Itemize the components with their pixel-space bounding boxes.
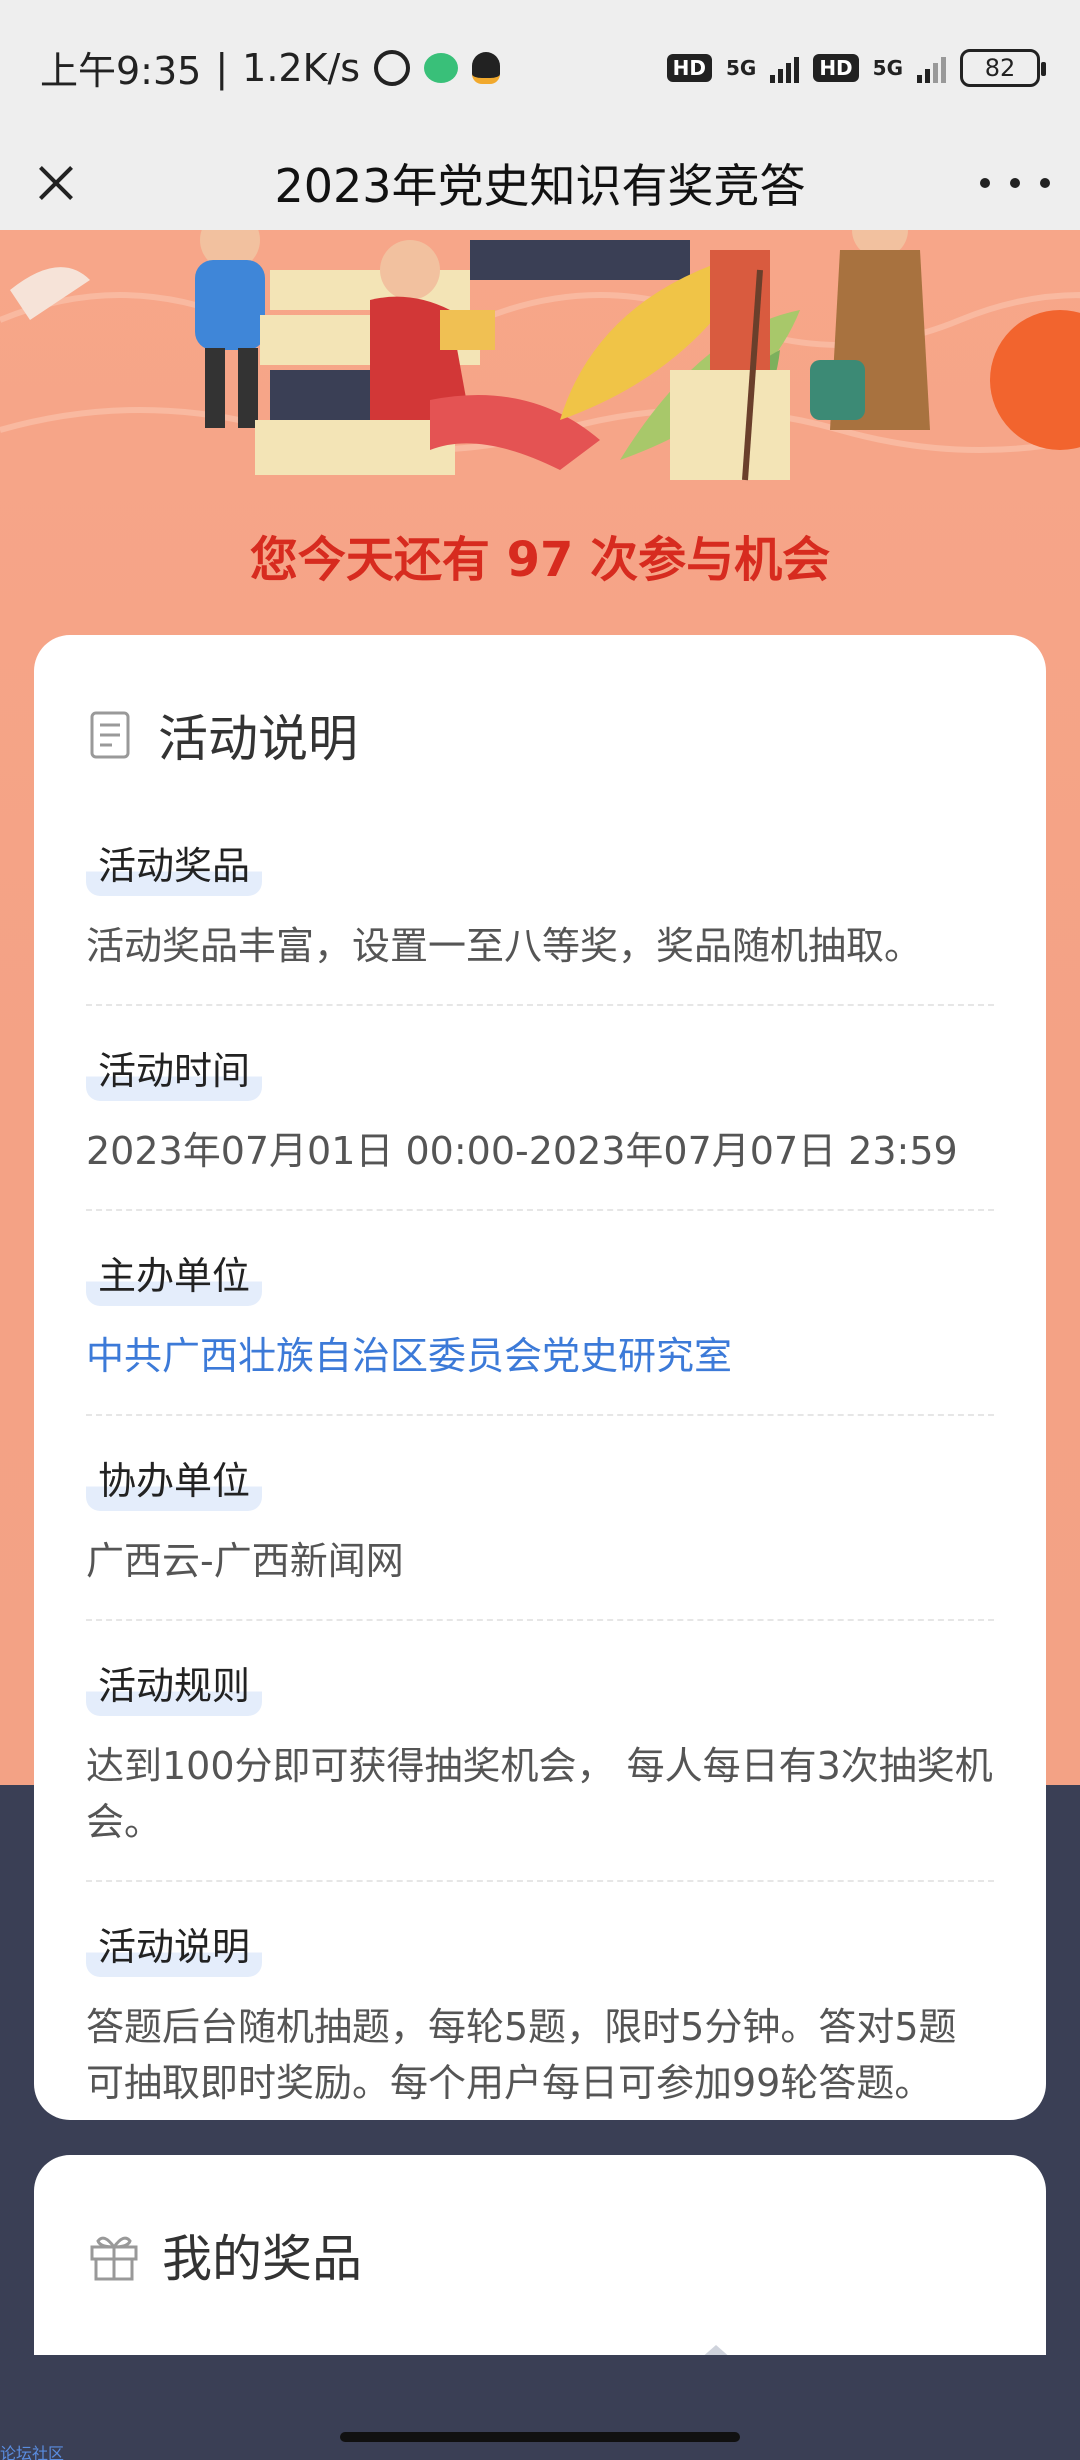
my-prizes-card[interactable]: 我的奖品 bbox=[34, 2155, 1046, 2355]
activity-info-card: 活动说明 活动奖品 活动奖品丰富，设置一至八等奖，奖品随机抽取。 活动时间 20… bbox=[34, 635, 1046, 2120]
section-text: 广西云-广西新闻网 bbox=[86, 1539, 404, 1583]
section-co-organizer: 协办单位 广西云-广西新闻网 bbox=[86, 1450, 994, 1621]
status-right: HD 5G HD 5G 82 bbox=[666, 48, 1046, 87]
close-icon[interactable] bbox=[30, 157, 82, 209]
section-label: 活动奖品 bbox=[86, 835, 263, 896]
section-label: 活动时间 bbox=[86, 1040, 263, 1101]
my-prizes-header: 我的奖品 bbox=[86, 2155, 994, 2355]
gift-icon bbox=[90, 2236, 138, 2281]
section-text: 答题后台随机抽题，每轮5题，限时5分钟。答对5题可抽取即时奖励。每个用户每日可参… bbox=[86, 2005, 957, 2105]
section-description: 活动说明 答题后台随机抽题，每轮5题，限时5分钟。答对5题可抽取即时奖励。每个用… bbox=[86, 1916, 994, 2141]
section-label: 主办单位 bbox=[86, 1245, 263, 1306]
remaining-chances-text: 您今天还有 97 次参与机会 bbox=[249, 532, 831, 588]
page-title: 2023年党史知识有奖竞答 bbox=[274, 158, 806, 213]
status-divider: | bbox=[215, 45, 229, 90]
qq-icon bbox=[472, 51, 501, 84]
nav-bar: 2023年党史知识有奖竞答 bbox=[0, 135, 1080, 230]
battery-level: 82 bbox=[984, 53, 1016, 82]
section-prizes: 活动奖品 活动奖品丰富，设置一至八等奖，奖品随机抽取。 bbox=[86, 835, 994, 1006]
section-label: 协办单位 bbox=[86, 1450, 263, 1511]
hero-illustration bbox=[0, 230, 1080, 481]
signal-icon-1 bbox=[770, 53, 800, 83]
section-organizer: 主办单位 中共广西壮族自治区委员会党史研究室 bbox=[86, 1245, 994, 1416]
watermark-text: 论坛社区 bbox=[0, 2444, 65, 2460]
section-text: 2023年07月01日 00:00-2023年07月07日 23:59 bbox=[86, 1129, 958, 1173]
section-label: 活动说明 bbox=[86, 1916, 263, 1977]
hd-badge-2: HD bbox=[813, 53, 859, 82]
activity-info-header: 活动说明 bbox=[86, 635, 994, 835]
hd-badge-1: HD bbox=[666, 53, 712, 82]
network-label-2: 5G bbox=[872, 55, 903, 80]
status-left: 上午9:35 | 1.2K/s bbox=[40, 40, 501, 95]
alarm-icon bbox=[374, 49, 411, 86]
my-prizes-title: 我的奖品 bbox=[162, 2230, 362, 2288]
app-page: 上午9:35 | 1.2K/s HD 5G HD 5G 82 2023年党史知识… bbox=[0, 0, 1080, 2460]
battery-icon: 82 bbox=[960, 48, 1046, 87]
bottom-strip bbox=[0, 2355, 1080, 2460]
wechat-icon bbox=[424, 52, 459, 83]
network-label-1: 5G bbox=[725, 55, 757, 80]
signal-icon-2 bbox=[917, 53, 946, 83]
organizer-link[interactable]: 中共广西壮族自治区委员会党史研究室 bbox=[86, 1328, 994, 1384]
status-bar: 上午9:35 | 1.2K/s HD 5G HD 5G 82 bbox=[0, 0, 1080, 135]
activity-info-title: 活动说明 bbox=[158, 710, 358, 768]
document-icon bbox=[90, 711, 130, 759]
section-rules: 活动规则 达到100分即可获得抽奖机会， 每人每日有3次抽奖机会。 bbox=[86, 1655, 994, 1882]
status-speed: 1.2K/s bbox=[242, 45, 361, 90]
more-options-icon[interactable] bbox=[980, 159, 1050, 207]
section-time: 活动时间 2023年07月01日 00:00-2023年07月07日 23:59 bbox=[86, 1040, 994, 1211]
home-indicator[interactable] bbox=[340, 2432, 740, 2442]
section-text: 达到100分即可获得抽奖机会， 每人每日有3次抽奖机会。 bbox=[86, 1744, 993, 1844]
status-time: 上午9:35 bbox=[40, 49, 202, 93]
section-text: 活动奖品丰富，设置一至八等奖，奖品随机抽取。 bbox=[86, 924, 923, 968]
section-label: 活动规则 bbox=[86, 1655, 263, 1716]
